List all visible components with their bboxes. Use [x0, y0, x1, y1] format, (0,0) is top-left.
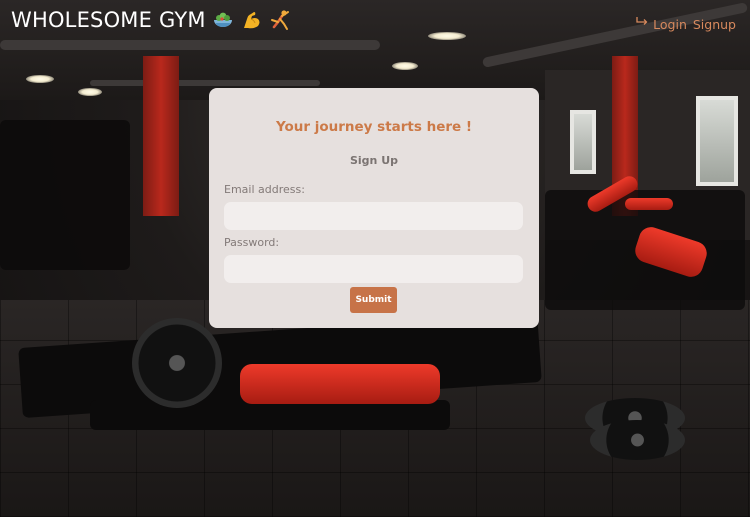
- red-bench-pad: [240, 364, 440, 404]
- flexed-bicep-icon: [240, 8, 264, 32]
- ceiling-lamp: [428, 32, 466, 40]
- salad-bowl-icon: [211, 8, 235, 32]
- window: [696, 96, 738, 186]
- gym-machine: [0, 120, 130, 270]
- ceiling-pipe: [0, 40, 380, 50]
- login-arrow-icon[interactable]: [636, 16, 649, 32]
- gymnast-icon: [269, 8, 293, 32]
- gym-machine: [90, 400, 450, 430]
- weight-plate: [132, 318, 222, 408]
- card-subtitle: Sign Up: [349, 154, 399, 167]
- email-field[interactable]: [224, 202, 523, 230]
- brand-title[interactable]: WHOLESOME GYM: [11, 8, 206, 32]
- login-link[interactable]: Login: [653, 17, 687, 32]
- ceiling-lamp: [26, 75, 54, 83]
- red-pillar: [143, 56, 179, 216]
- red-bench-pad: [625, 198, 673, 210]
- ceiling-pipe: [90, 80, 320, 86]
- password-label: Password:: [224, 236, 280, 249]
- password-field[interactable]: [224, 255, 523, 283]
- top-nav: Login Signup: [636, 16, 736, 32]
- ceiling-lamp: [392, 62, 418, 70]
- weight-plate: [590, 420, 685, 460]
- window: [570, 110, 596, 174]
- submit-button[interactable]: Submit: [350, 287, 397, 313]
- ceiling-lamp: [78, 88, 102, 96]
- email-label: Email address:: [224, 183, 305, 196]
- brand[interactable]: WHOLESOME GYM: [11, 8, 293, 32]
- signup-card: Your journey starts here ! Sign Up Email…: [209, 88, 539, 328]
- card-title: Your journey starts here !: [275, 119, 473, 135]
- signup-link[interactable]: Signup: [693, 17, 736, 32]
